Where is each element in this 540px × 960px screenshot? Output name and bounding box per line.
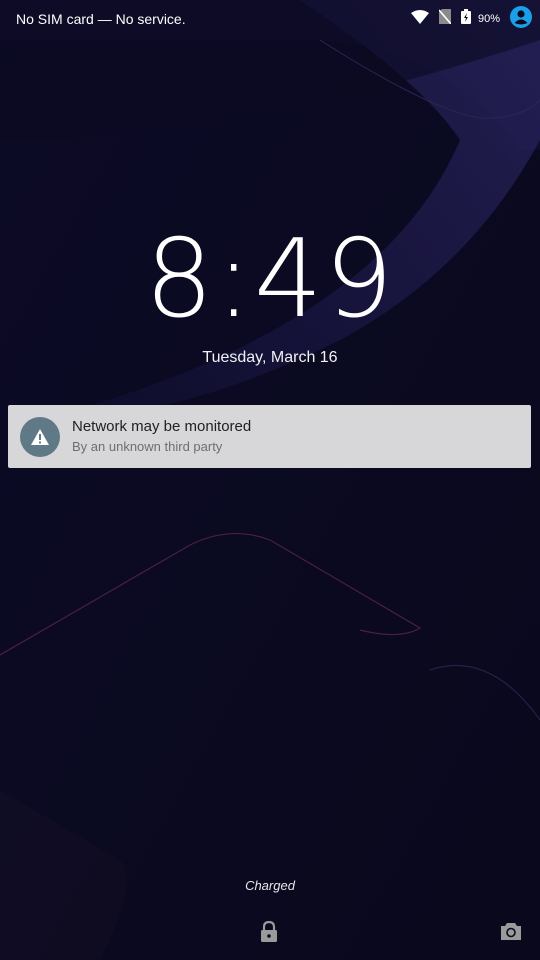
clock-date: Tuesday, March 16 xyxy=(202,349,338,366)
user-avatar-icon[interactable] xyxy=(510,5,532,33)
carrier-text: No SIM card — No service. xyxy=(16,11,186,27)
status-bar: No SIM card — No service. 90% xyxy=(0,0,540,38)
lock-icon[interactable] xyxy=(260,920,278,948)
warning-icon xyxy=(20,416,60,457)
no-sim-icon xyxy=(438,9,452,29)
notification-text: Network may be monitored By an unknown t… xyxy=(72,417,251,456)
battery-percent: 90% xyxy=(477,13,500,25)
notification-subtitle: By an unknown third party xyxy=(72,439,223,454)
clock-time: 8:49 xyxy=(144,217,396,342)
wifi-icon xyxy=(410,9,429,29)
battery-charging-icon xyxy=(460,9,471,29)
wallpaper xyxy=(0,0,540,960)
notification-card[interactable]: Network may be monitored By an unknown t… xyxy=(8,405,531,468)
camera-icon[interactable] xyxy=(500,921,522,946)
charging-status: Charged xyxy=(245,878,295,893)
notification-title: Network may be monitored xyxy=(72,418,252,435)
status-icons: 90% xyxy=(401,5,532,33)
